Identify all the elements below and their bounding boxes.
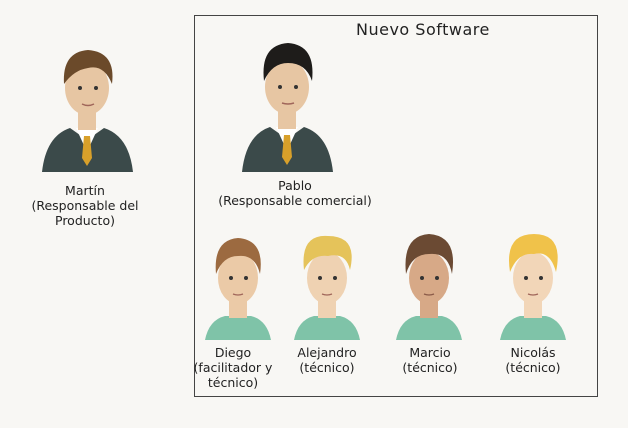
marcio-portrait (394, 230, 464, 342)
martin-name: Martín (65, 183, 105, 198)
martin-role-2: Producto) (55, 213, 115, 228)
nicolas-role: (técnico) (505, 360, 561, 375)
martin-caption: Martín (Responsable del Producto) (20, 183, 150, 228)
alejandro-name: Alejandro (297, 345, 357, 360)
nicolas-portrait (498, 230, 568, 342)
diego-portrait (203, 232, 273, 342)
marcio-caption: Marcio (técnico) (385, 345, 475, 375)
alejandro-portrait (292, 230, 362, 342)
pablo-portrait (240, 35, 335, 175)
diego-caption: Diego (facilitador y técnico) (188, 345, 278, 390)
marcio-name: Marcio (409, 345, 451, 360)
pablo-role: (Responsable comercial) (218, 193, 372, 208)
frame-title: Nuevo Software (356, 20, 490, 39)
nicolas-caption: Nicolás (técnico) (488, 345, 578, 375)
pablo-name: Pablo (278, 178, 312, 193)
diego-role: (facilitador y (193, 360, 273, 375)
martin-role: (Responsable del (31, 198, 139, 213)
pablo-caption: Pablo (Responsable comercial) (200, 178, 390, 208)
diego-role-2: técnico) (207, 375, 259, 390)
alejandro-role: (técnico) (299, 360, 355, 375)
marcio-role: (técnico) (402, 360, 458, 375)
diego-name: Diego (214, 345, 252, 360)
martin-portrait (40, 40, 135, 175)
nicolas-name: Nicolás (510, 345, 556, 360)
alejandro-caption: Alejandro (técnico) (282, 345, 372, 375)
